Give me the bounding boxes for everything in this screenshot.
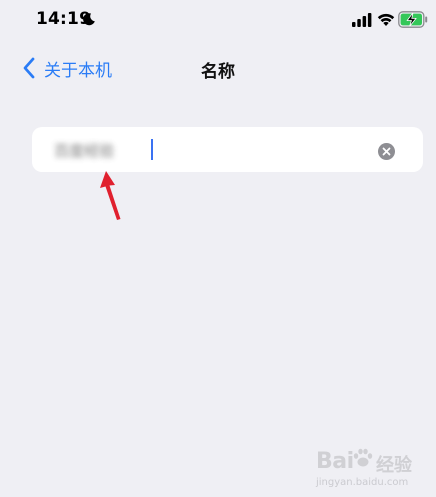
device-name-field[interactable]: 百度经验 bbox=[32, 127, 423, 172]
battery-charging-icon bbox=[398, 11, 428, 28]
text-cursor bbox=[151, 139, 153, 160]
watermark-logo: Bai 经验 jingyan.baidu.com bbox=[316, 441, 422, 491]
annotation-arrow-icon bbox=[100, 171, 121, 220]
navigation-bar: 关于本机 名称 bbox=[0, 44, 436, 90]
wifi-icon bbox=[377, 13, 395, 26]
paw-icon bbox=[353, 448, 373, 467]
watermark-brand-suffix: 经验 bbox=[376, 455, 412, 476]
watermark-brand: Bai bbox=[316, 449, 354, 474]
page-title: 名称 bbox=[201, 62, 235, 82]
moon-icon bbox=[83, 13, 95, 26]
device-name-input-value[interactable]: 百度经验 bbox=[54, 140, 114, 161]
clear-circle-icon[interactable] bbox=[378, 143, 395, 160]
cellular-signal-icon bbox=[352, 13, 372, 27]
watermark-url: jingyan.baidu.com bbox=[316, 477, 409, 488]
status-bar: 14:19 bbox=[0, 0, 436, 44]
